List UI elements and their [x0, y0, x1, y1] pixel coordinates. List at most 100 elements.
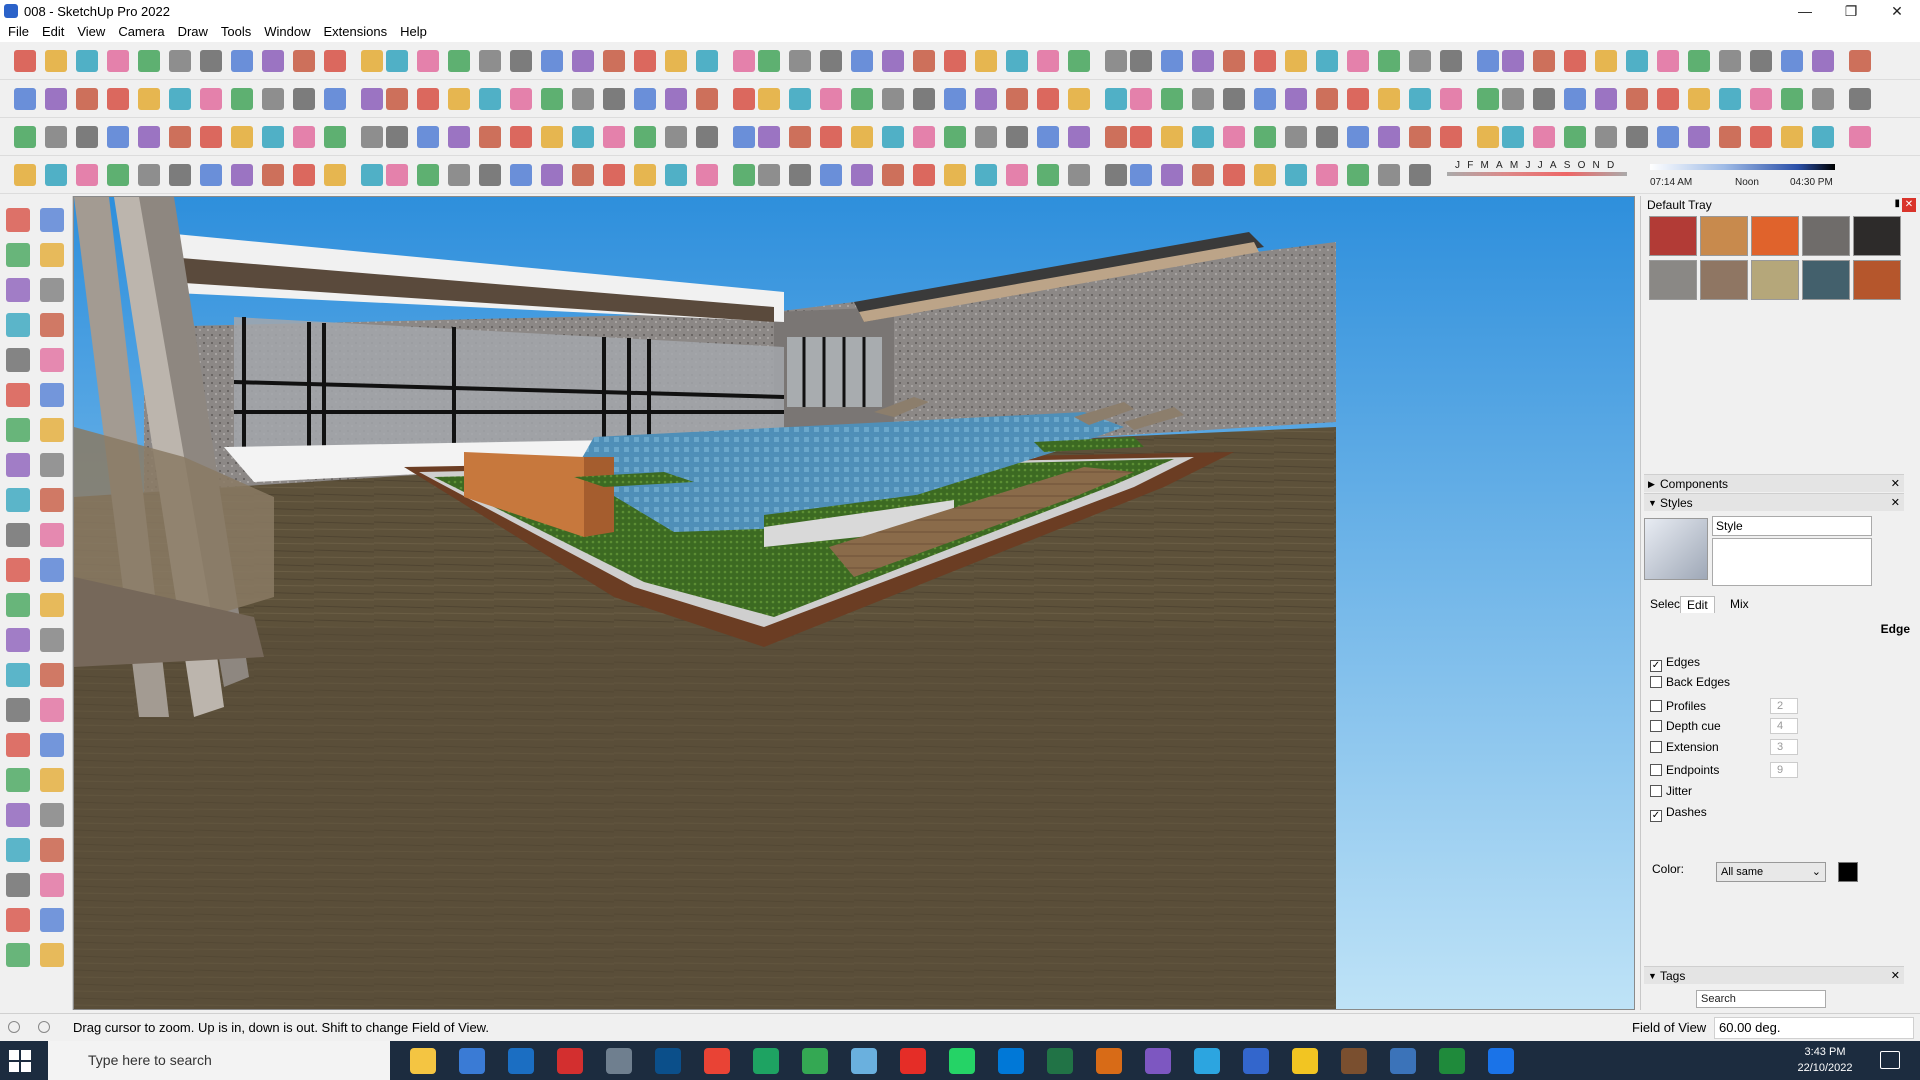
toolbar-tool-icon[interactable] [262, 126, 284, 148]
tool-palette-icon[interactable] [6, 628, 30, 652]
toolbar-tool-icon[interactable] [1068, 50, 1090, 72]
toolbar-tool-icon[interactable] [1130, 50, 1152, 72]
toolbar-tool-icon[interactable] [1719, 126, 1741, 148]
toolbar-tool-icon[interactable] [1285, 126, 1307, 148]
toolbar-tool-icon[interactable] [169, 50, 191, 72]
menu-file[interactable]: File [4, 22, 38, 42]
tool-palette-icon[interactable] [40, 488, 64, 512]
toolbar-tool-icon[interactable] [14, 50, 36, 72]
profiles-value[interactable]: 2 [1770, 698, 1798, 714]
material-swatch[interactable] [1751, 260, 1799, 300]
tool-palette-icon[interactable] [40, 733, 64, 757]
taskbar-app-icon[interactable] [1488, 1048, 1514, 1074]
toolbar-tool-icon[interactable] [944, 164, 966, 186]
toolbar-tool-icon[interactable] [789, 126, 811, 148]
toolbar-tool-icon[interactable] [944, 126, 966, 148]
toolbar-tool-icon[interactable] [1316, 88, 1338, 110]
minimize-button[interactable]: — [1782, 0, 1828, 22]
tool-palette-icon[interactable] [6, 278, 30, 302]
toolbar-tool-icon[interactable] [1409, 50, 1431, 72]
toolbar-tool-icon[interactable] [1006, 126, 1028, 148]
toolbar-tool-icon[interactable] [1192, 88, 1214, 110]
toolbar-tool-icon[interactable] [417, 50, 439, 72]
toolbar-tool-icon[interactable] [820, 50, 842, 72]
tool-palette-icon[interactable] [40, 663, 64, 687]
toolbar-tool-icon[interactable] [1037, 164, 1059, 186]
toolbar-tool-icon[interactable] [107, 126, 129, 148]
toolbar-tool-icon[interactable] [820, 164, 842, 186]
tool-palette-icon[interactable] [40, 698, 64, 722]
toolbar-tool-icon[interactable] [1192, 164, 1214, 186]
toolbar-tool-icon[interactable] [1378, 126, 1400, 148]
toolbar-tool-icon[interactable] [1750, 88, 1772, 110]
toolbar-tool-icon[interactable] [386, 50, 408, 72]
close-tray-button[interactable]: ✕ [1902, 198, 1916, 212]
toolbar-tool-icon[interactable] [324, 50, 346, 72]
jitter-option[interactable]: Jitter [1650, 783, 1692, 799]
toolbar-tool-icon[interactable] [882, 126, 904, 148]
taskbar-app-icon[interactable] [1439, 1048, 1465, 1074]
tool-palette-icon[interactable] [6, 488, 30, 512]
edge-color-swatch[interactable] [1838, 862, 1858, 882]
toolbar-tool-icon[interactable] [324, 164, 346, 186]
tool-palette-icon[interactable] [6, 383, 30, 407]
toolbar-tool-icon[interactable] [913, 50, 935, 72]
tool-palette-icon[interactable] [40, 348, 64, 372]
toolbar-tool-icon[interactable] [138, 88, 160, 110]
toolbar-tool-icon[interactable] [14, 126, 36, 148]
toolbar-tool-icon[interactable] [107, 50, 129, 72]
taskbar-app-icon[interactable] [1145, 1048, 1171, 1074]
toolbar-tool-icon[interactable] [1719, 88, 1741, 110]
toolbar-tool-icon[interactable] [1781, 50, 1803, 72]
tool-palette-icon[interactable] [40, 208, 64, 232]
toolbar-tool-icon[interactable] [1595, 126, 1617, 148]
toolbar-tool-icon[interactable] [386, 88, 408, 110]
toolbar-tool-icon[interactable] [169, 88, 191, 110]
toolbar-tool-icon[interactable] [1409, 126, 1431, 148]
toolbar-tool-icon[interactable] [262, 50, 284, 72]
tool-palette-icon[interactable] [6, 523, 30, 547]
toolbar-tool-icon[interactable] [696, 126, 718, 148]
tool-palette-icon[interactable] [6, 348, 30, 372]
tool-palette-icon[interactable] [40, 558, 64, 582]
toolbar-tool-icon[interactable] [1254, 88, 1276, 110]
taskbar-app-icon[interactable] [1096, 1048, 1122, 1074]
close-section-icon[interactable]: ✕ [1891, 494, 1900, 512]
edges-option[interactable]: ✓ Edges [1650, 654, 1700, 672]
tool-palette-icon[interactable] [40, 313, 64, 337]
toolbar-tool-icon[interactable] [1378, 164, 1400, 186]
toolbar-tool-icon[interactable] [1161, 126, 1183, 148]
tool-palette-icon[interactable] [6, 768, 30, 792]
toolbar-tool-icon[interactable] [1719, 50, 1741, 72]
toolbar-tool-icon[interactable] [1068, 126, 1090, 148]
toolbar-tool-icon[interactable] [603, 126, 625, 148]
toolbar-tool-icon[interactable] [1440, 50, 1462, 72]
toolbar-tool-icon[interactable] [603, 164, 625, 186]
toolbar-tool-icon[interactable] [851, 126, 873, 148]
endpoints-option[interactable]: Endpoints [1650, 762, 1719, 778]
toolbar-tool-icon[interactable] [1192, 126, 1214, 148]
tool-palette-icon[interactable] [6, 838, 30, 862]
toolbar-tool-icon[interactable] [696, 164, 718, 186]
toolbar-tool-icon[interactable] [975, 164, 997, 186]
tool-palette-icon[interactable] [40, 523, 64, 547]
toolbar-tool-icon[interactable] [1105, 164, 1127, 186]
toolbar-tool-icon[interactable] [1105, 50, 1127, 72]
tool-palette-icon[interactable] [6, 908, 30, 932]
toolbar-tool-icon[interactable] [510, 88, 532, 110]
toolbar-tool-icon[interactable] [293, 164, 315, 186]
toolbar-tool-icon[interactable] [1254, 50, 1276, 72]
taskbar-app-icon[interactable] [753, 1048, 779, 1074]
taskbar-app-icon[interactable] [1292, 1048, 1318, 1074]
toolbar-tool-icon[interactable] [1533, 50, 1555, 72]
toolbar-tool-icon[interactable] [231, 126, 253, 148]
tool-palette-icon[interactable] [6, 418, 30, 442]
jitter-checkbox[interactable] [1650, 785, 1662, 797]
toolbar-tool-icon[interactable] [361, 164, 383, 186]
endpoints-checkbox[interactable] [1650, 764, 1662, 776]
toolbar-tool-icon[interactable] [572, 126, 594, 148]
tool-palette-icon[interactable] [6, 733, 30, 757]
tool-palette-icon[interactable] [6, 313, 30, 337]
toolbar-tool-icon[interactable] [1285, 164, 1307, 186]
toolbar-tool-icon[interactable] [696, 88, 718, 110]
